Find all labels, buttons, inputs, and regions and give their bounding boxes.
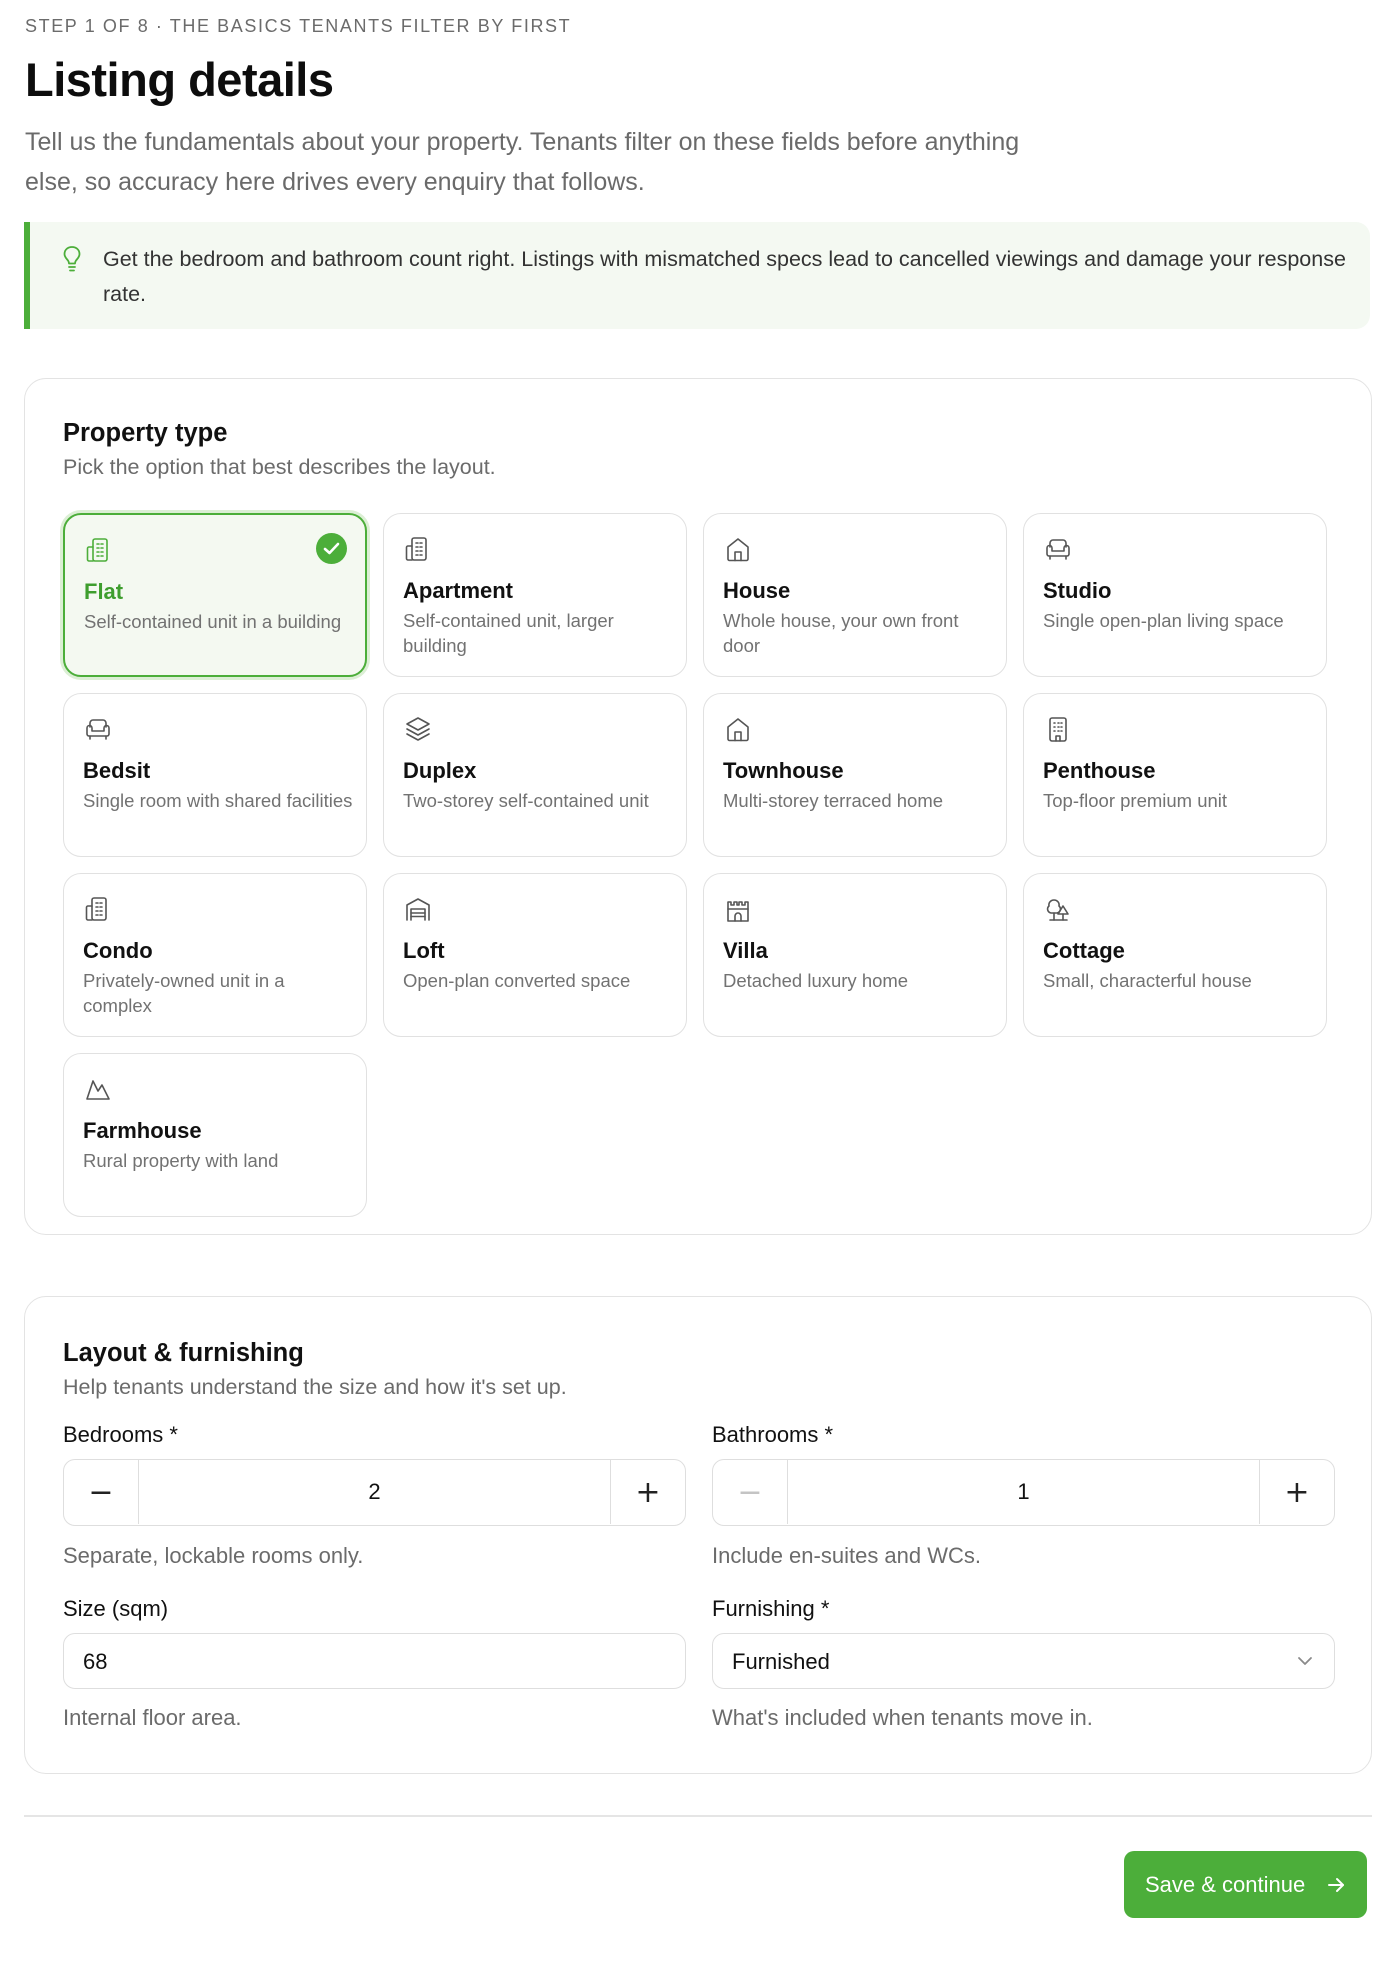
- property-type-description: Rural property with land: [83, 1150, 279, 1171]
- page-title: Listing details: [25, 53, 334, 106]
- bathrooms-value[interactable]: 1: [789, 1479, 1258, 1505]
- bedrooms-value[interactable]: 2: [140, 1479, 609, 1505]
- castle-icon: [723, 894, 753, 924]
- property-type-name: Townhouse: [723, 758, 844, 783]
- furnishing-value: Furnished: [732, 1649, 830, 1674]
- lightbulb-icon: [61, 244, 83, 274]
- mountain-icon: [83, 1074, 113, 1104]
- property-type-description: Detached luxury home: [723, 970, 909, 991]
- property-type-farmhouse[interactable]: Farmhouse Rural property with land: [63, 1053, 367, 1217]
- size-input[interactable]: 68: [63, 1633, 686, 1689]
- bedrooms-label: Bedrooms *: [63, 1422, 178, 1447]
- sofa-icon: [83, 714, 113, 744]
- property-type-name: Cottage: [1043, 938, 1125, 963]
- step-eyebrow: STEP 1 OF 8 · THE BASICS TENANTS FILTER …: [25, 16, 572, 36]
- house-icon: [723, 534, 753, 564]
- property-type-subtitle: Pick the option that best describes the …: [63, 455, 496, 479]
- property-type-description: Self-contained unit, larger building: [403, 610, 614, 656]
- page-description: Tell us the fundamentals about your prop…: [25, 128, 1020, 196]
- property-type-description: Single open-plan living space: [1043, 610, 1284, 631]
- property-type-description: Privately-owned unit in a complex: [83, 970, 285, 1016]
- bathrooms-increment-button[interactable]: +: [1259, 1460, 1334, 1524]
- property-type-apartment[interactable]: Apartment Self-contained unit, larger bui…: [383, 513, 687, 677]
- bedrooms-decrement-button[interactable]: −: [64, 1460, 139, 1524]
- property-type-name: Penthouse: [1043, 758, 1156, 783]
- property-type-townhouse[interactable]: Townhouse Multi-storey terraced home: [703, 693, 1007, 857]
- bedrooms-stepper: − 2 +: [63, 1459, 686, 1526]
- property-type-description: Multi-storey terraced home: [723, 790, 944, 811]
- furnishing-label: Furnishing *: [712, 1596, 830, 1621]
- warehouse-icon: [403, 894, 433, 924]
- chevron-down-icon: [1296, 1654, 1314, 1668]
- building-icon: [403, 534, 433, 564]
- property-type-name: Flat: [84, 579, 124, 604]
- bedrooms-help: Separate, lockable rooms only.: [63, 1543, 364, 1568]
- building-icon: [83, 894, 113, 924]
- layout-title: Layout & furnishing: [63, 1339, 304, 1367]
- size-label: Size (sqm): [63, 1596, 169, 1621]
- size-value: 68: [83, 1649, 108, 1674]
- layout-furnishing-card: Layout & furnishing Help tenants underst…: [24, 1296, 1372, 1774]
- property-type-description: Single room with shared facilities: [83, 790, 353, 811]
- save-continue-label: Save & continue: [1145, 1872, 1306, 1897]
- bathrooms-label: Bathrooms *: [712, 1422, 834, 1447]
- house-icon: [723, 714, 753, 744]
- property-type-name: Studio: [1043, 578, 1112, 603]
- property-type-studio[interactable]: Studio Single open-plan living space: [1023, 513, 1327, 677]
- plus-icon: +: [635, 1475, 661, 1510]
- furnishing-help: What's included when tenants move in.: [712, 1705, 1093, 1730]
- property-type-flat[interactable]: Flat Self-contained unit in a building: [63, 513, 367, 677]
- property-type-bedsit[interactable]: Bedsit Single room with shared facilities: [63, 693, 367, 857]
- property-type-title: Property type: [63, 419, 228, 447]
- property-type-description: Top-floor premium unit: [1043, 790, 1228, 811]
- arrow-right-icon: [1327, 1876, 1345, 1894]
- property-type-name: Duplex: [403, 758, 477, 783]
- property-type-penthouse[interactable]: Penthouse Top-floor premium unit: [1023, 693, 1327, 857]
- property-type-name: Villa: [723, 938, 768, 963]
- property-type-description: Small, characterful house: [1043, 970, 1252, 991]
- property-type-card: Property type Pick the option that best …: [24, 378, 1372, 1235]
- property-type-duplex[interactable]: Duplex Two-storey self-contained unit: [383, 693, 687, 857]
- plus-icon: +: [1284, 1475, 1310, 1510]
- property-type-description: Two-storey self-contained unit: [403, 790, 649, 811]
- size-help: Internal floor area.: [63, 1705, 242, 1730]
- tip-text: Get the bedroom and bathroom count right…: [103, 247, 1346, 306]
- tip-callout: Get the bedroom and bathroom count right…: [24, 222, 1370, 329]
- property-type-cottage[interactable]: Cottage Small, characterful house: [1023, 873, 1327, 1037]
- property-type-name: House: [723, 578, 791, 603]
- property-type-name: Condo: [83, 938, 153, 963]
- bathrooms-stepper: − 1 +: [712, 1459, 1335, 1526]
- sofa-icon: [1043, 534, 1073, 564]
- layers-icon: [403, 714, 433, 744]
- property-type-name: Bedsit: [83, 758, 151, 783]
- furnishing-select[interactable]: Furnished: [712, 1633, 1335, 1689]
- minus-icon: −: [737, 1475, 763, 1510]
- bathrooms-decrement-button[interactable]: −: [713, 1460, 788, 1524]
- building-icon: [84, 535, 114, 565]
- property-type-name: Loft: [403, 938, 445, 963]
- save-continue-button[interactable]: Save & continue: [1124, 1851, 1367, 1918]
- property-type-condo[interactable]: Condo Privately-owned unit in a complex: [63, 873, 367, 1037]
- property-type-description: Whole house, your own front door: [723, 610, 959, 656]
- property-type-villa[interactable]: Villa Detached luxury home: [703, 873, 1007, 1037]
- bathrooms-help: Include en-suites and WCs.: [712, 1543, 982, 1568]
- layout-subtitle: Help tenants understand the size and how…: [63, 1375, 567, 1399]
- property-type-description: Open-plan converted space: [403, 970, 631, 991]
- trees-icon: [1043, 894, 1073, 924]
- check-circle-icon: [316, 533, 347, 564]
- property-type-name: Apartment: [403, 578, 514, 603]
- office-building-icon: [1043, 714, 1073, 744]
- bedrooms-increment-button[interactable]: +: [610, 1460, 685, 1524]
- minus-icon: −: [88, 1475, 114, 1510]
- property-type-description: Self-contained unit in a building: [84, 611, 342, 632]
- property-type-name: Farmhouse: [83, 1118, 202, 1143]
- property-type-house[interactable]: House Whole house, your own front door: [703, 513, 1007, 677]
- property-type-loft[interactable]: Loft Open-plan converted space: [383, 873, 687, 1037]
- footer-divider: [24, 1815, 1372, 1817]
